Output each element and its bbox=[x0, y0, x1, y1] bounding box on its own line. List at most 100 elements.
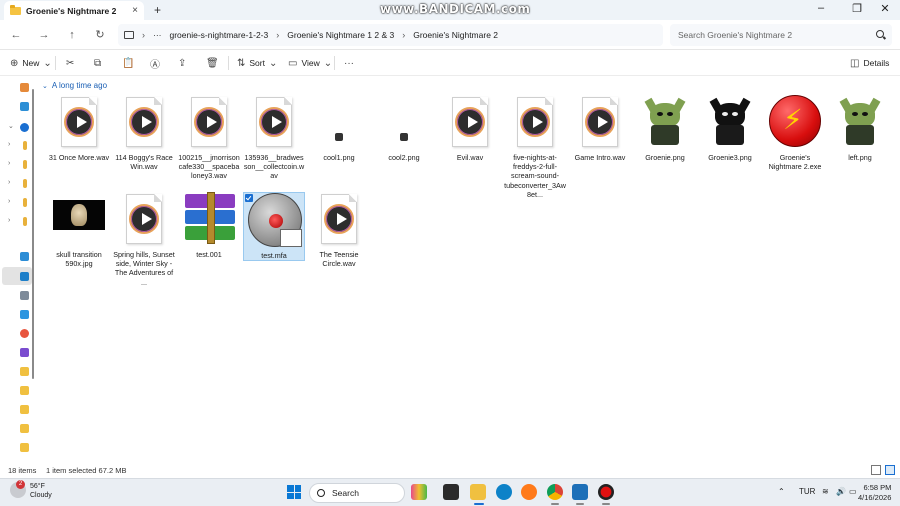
bandicam-icon[interactable] bbox=[598, 484, 614, 500]
breadcrumb-item[interactable]: Groenie's Nightmare 1 2 & 3 bbox=[287, 30, 394, 40]
music-icon[interactable] bbox=[20, 329, 29, 338]
details-button[interactable]: ◫ Details bbox=[850, 56, 889, 70]
details-view-button[interactable] bbox=[871, 465, 881, 475]
documents-icon[interactable] bbox=[20, 291, 29, 300]
folder-icon[interactable] bbox=[23, 179, 27, 188]
close-button[interactable]: ✕ bbox=[878, 2, 892, 15]
folder-icon[interactable] bbox=[23, 217, 27, 226]
search-icon[interactable] bbox=[876, 30, 884, 38]
file-name: cool2.png bbox=[388, 153, 420, 162]
up-button[interactable]: ↑ bbox=[64, 27, 80, 43]
more-options-button[interactable]: ··· bbox=[344, 56, 354, 70]
file-item[interactable]: five-nights-at-freddys-2-full-scream-sou… bbox=[504, 95, 566, 199]
file-item[interactable]: The Teensie Circle.wav bbox=[308, 192, 370, 268]
folder-icon[interactable] bbox=[23, 198, 27, 207]
large-icons-view-button[interactable] bbox=[885, 465, 895, 475]
forward-button[interactable]: → bbox=[36, 27, 52, 43]
minimize-button[interactable]: – bbox=[814, 2, 828, 14]
copy-button[interactable]: ⧉ bbox=[94, 56, 101, 70]
folder-icon[interactable] bbox=[20, 405, 29, 414]
back-button[interactable]: ← bbox=[8, 27, 24, 43]
gallery-icon[interactable] bbox=[20, 102, 29, 111]
chevron-right-icon[interactable]: › bbox=[8, 217, 10, 224]
breadcrumb-item[interactable]: groenie-s-nightmare-1-2-3 bbox=[170, 30, 269, 40]
group-header[interactable]: ⌄ A long time ago bbox=[42, 81, 107, 90]
audio-file-icon bbox=[116, 192, 172, 248]
start-button[interactable] bbox=[287, 485, 301, 499]
file-item[interactable]: Spring hills, Sunset side, Winter Sky - … bbox=[113, 192, 175, 287]
show-hidden-icons-button[interactable]: ⌃ bbox=[778, 487, 785, 496]
folder-icon[interactable] bbox=[20, 386, 29, 395]
nav-scrollbar[interactable] bbox=[32, 89, 34, 379]
chevron-right-icon[interactable]: › bbox=[8, 179, 10, 186]
task-view-icon[interactable] bbox=[443, 484, 459, 500]
breadcrumb[interactable]: › ··· groenie-s-nightmare-1-2-3 › Groeni… bbox=[118, 24, 663, 46]
breadcrumb-separator[interactable]: › bbox=[402, 30, 405, 40]
file-item[interactable]: Groenie's Nightmare 2.exe bbox=[764, 95, 826, 171]
edge-icon[interactable] bbox=[496, 484, 512, 500]
refresh-button[interactable]: ↻ bbox=[92, 27, 108, 43]
share-icon: ⇪ bbox=[178, 57, 187, 69]
taskbar-search[interactable]: Search bbox=[309, 483, 405, 503]
volume-icon[interactable]: 🔊 bbox=[836, 487, 846, 496]
file-item[interactable]: cool2.png bbox=[373, 95, 435, 162]
delete-button[interactable]: 🗑 bbox=[206, 56, 219, 70]
breadcrumb-separator[interactable]: › bbox=[276, 30, 279, 40]
file-item-selected[interactable]: test.mfa bbox=[243, 192, 305, 262]
sort-button[interactable]: ⇅ Sort ⌄ bbox=[237, 56, 277, 70]
file-item[interactable]: cool1.png bbox=[308, 95, 370, 162]
breadcrumb-more[interactable]: ··· bbox=[153, 30, 162, 40]
file-item[interactable]: 100215__jmorrisoncafe330__spacebaloney3.… bbox=[178, 95, 240, 181]
search-input[interactable]: Search Groenie's Nightmare 2 bbox=[670, 24, 892, 46]
firefox-icon[interactable] bbox=[521, 484, 537, 500]
home-icon[interactable] bbox=[20, 83, 29, 92]
onedrive-icon[interactable] bbox=[20, 123, 29, 132]
wifi-icon[interactable]: ≋ bbox=[822, 487, 829, 496]
file-item[interactable]: Evil.wav bbox=[439, 95, 501, 162]
app-icon[interactable] bbox=[572, 484, 588, 500]
file-item[interactable]: 135936__bradwesson__collectcoin.wav bbox=[243, 95, 305, 181]
file-item[interactable]: Groenie3.png bbox=[699, 95, 761, 162]
new-tab-button[interactable]: + bbox=[154, 3, 161, 17]
folder-icon[interactable] bbox=[20, 424, 29, 433]
chevron-right-icon[interactable]: › bbox=[8, 141, 10, 148]
file-item[interactable]: left.png bbox=[829, 95, 891, 162]
videos-icon[interactable] bbox=[20, 348, 29, 357]
new-label: New bbox=[22, 58, 40, 68]
cut-button[interactable]: ✂ bbox=[66, 56, 74, 70]
chrome-icon[interactable] bbox=[547, 484, 563, 500]
tab-close-icon[interactable]: × bbox=[132, 5, 138, 16]
computer-icon[interactable] bbox=[124, 31, 134, 39]
flowers-widget-icon[interactable] bbox=[411, 484, 427, 500]
pictures-icon[interactable] bbox=[20, 310, 29, 319]
folder-icon[interactable] bbox=[23, 160, 27, 169]
file-item[interactable]: 114 Boggy's Race Win.wav bbox=[113, 95, 175, 171]
new-button[interactable]: ⊕ New ⌄ bbox=[10, 56, 52, 70]
view-button[interactable]: ▭ View ⌄ bbox=[288, 56, 332, 70]
battery-icon[interactable]: ▭ bbox=[849, 487, 857, 496]
maximize-button[interactable]: ❐ bbox=[850, 2, 864, 15]
file-item[interactable]: Game Intro.wav bbox=[569, 95, 631, 162]
desktop-icon[interactable] bbox=[20, 252, 29, 261]
folder-icon[interactable] bbox=[23, 141, 27, 150]
folder-icon[interactable] bbox=[20, 443, 29, 452]
paste-button[interactable]: 📋 bbox=[122, 56, 134, 70]
chevron-down-icon[interactable]: ⌄ bbox=[8, 122, 14, 130]
folder-icon[interactable] bbox=[20, 367, 29, 376]
file-item[interactable]: Groenie.png bbox=[634, 95, 696, 162]
downloads-icon[interactable] bbox=[20, 272, 29, 281]
share-button[interactable]: ⇪ bbox=[178, 56, 186, 70]
rename-button[interactable]: Ⓐ bbox=[150, 56, 160, 71]
file-item[interactable]: skull transition 590x.jpg bbox=[48, 192, 110, 268]
chevron-right-icon[interactable]: › bbox=[8, 160, 10, 167]
explorer-tab[interactable]: Groenie's Nightmare 2 × bbox=[4, 1, 144, 20]
file-item[interactable]: test.001 bbox=[178, 192, 240, 259]
file-item[interactable]: 31 Once More.wav bbox=[48, 95, 110, 162]
language-indicator[interactable]: TUR bbox=[799, 487, 815, 496]
breadcrumb-item[interactable]: Groenie's Nightmare 2 bbox=[413, 30, 498, 40]
chevron-right-icon[interactable]: › bbox=[8, 198, 10, 205]
breadcrumb-separator[interactable]: › bbox=[142, 30, 145, 40]
weather-widget[interactable]: 2 56°F Cloudy bbox=[10, 480, 52, 500]
file-explorer-icon[interactable] bbox=[470, 484, 486, 500]
system-clock[interactable]: 6:58 PM 4/16/2026 bbox=[858, 483, 891, 503]
